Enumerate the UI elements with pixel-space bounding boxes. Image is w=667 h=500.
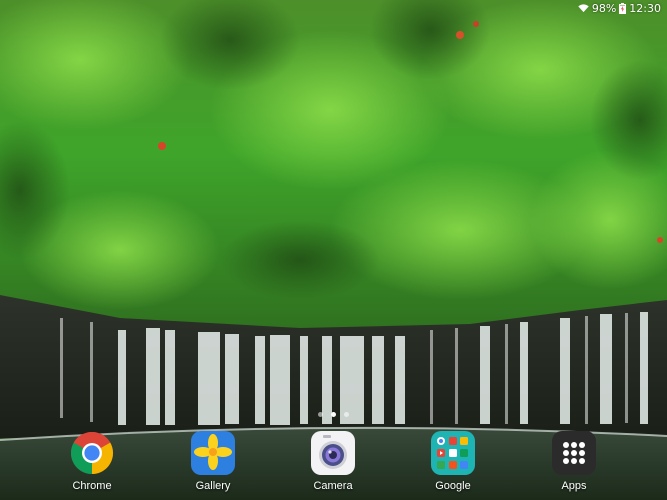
home-screen: 98% 12:30 Chrome Gallery Camera Google A…: [0, 0, 667, 500]
battery-percent: 98%: [591, 1, 617, 15]
google-folder-icon[interactable]: [430, 430, 476, 476]
status-bar: 98% 12:30: [578, 0, 667, 16]
page-dot[interactable]: [318, 412, 323, 417]
google-folder[interactable]: Google: [408, 430, 498, 492]
wallpaper-image: [0, 0, 667, 500]
app-dock: Chrome Gallery Camera Google Apps: [0, 426, 667, 500]
chrome-icon[interactable]: [69, 430, 115, 476]
page-dot-active[interactable]: [331, 412, 336, 417]
app-label-google: Google: [435, 480, 471, 492]
camera-icon[interactable]: [310, 430, 356, 476]
chrome-app[interactable]: Chrome: [47, 430, 137, 492]
page-dot[interactable]: [344, 412, 349, 417]
battery-charging-icon: [619, 2, 627, 14]
apps-grid-icon[interactable]: [551, 430, 597, 476]
gallery-icon[interactable]: [190, 430, 236, 476]
clock: 12:30: [629, 1, 661, 15]
apps-drawer-button[interactable]: Apps: [529, 430, 619, 492]
app-label-camera: Camera: [313, 480, 353, 492]
page-indicator[interactable]: [0, 412, 667, 417]
camera-app[interactable]: Camera: [288, 430, 378, 492]
app-label-apps: Apps: [561, 480, 587, 492]
wifi-icon: [578, 3, 589, 13]
app-label-chrome: Chrome: [72, 480, 112, 492]
app-label-gallery: Gallery: [195, 480, 231, 492]
gallery-app[interactable]: Gallery: [168, 430, 258, 492]
